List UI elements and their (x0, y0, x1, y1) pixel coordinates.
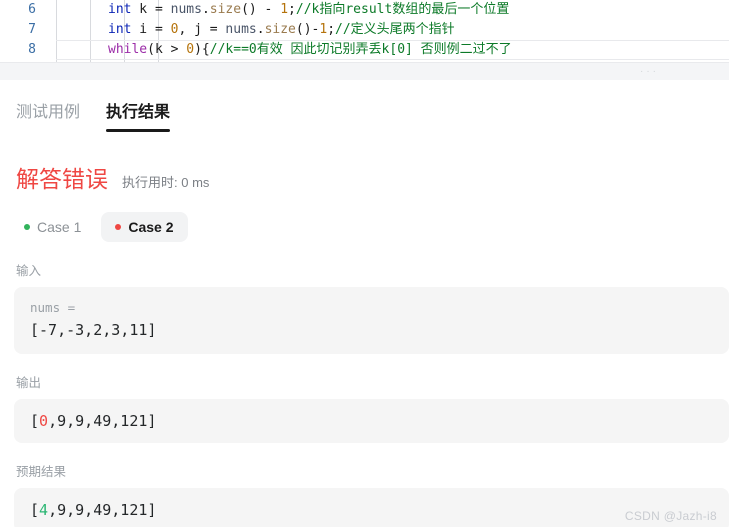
runtime-text: 执行用时: 0 ms (122, 175, 210, 190)
expected-label: 预期结果 (16, 465, 67, 479)
line-number: 8 (28, 42, 36, 57)
expected-value-box[interactable]: [4,9,9,49,121] (14, 488, 729, 527)
case-chip-2[interactable]: Case 2 (101, 212, 188, 242)
status-title: 解答错误 (16, 166, 108, 192)
line-number: 6 (28, 2, 36, 17)
case-status-dot-icon (24, 224, 30, 230)
panel-resize-handle[interactable]: ··· (0, 62, 729, 80)
input-value: [-7,-3,2,3,11] (30, 321, 157, 339)
panel-tabs: 测试用例 执行结果 (0, 80, 729, 132)
expected-value: [4,9,9,49,121] (30, 501, 713, 519)
code-line-content: int i = 0, j = nums.size()-1;//定义头尾两个指针 (108, 22, 455, 37)
output-value: [0,9,9,49,121] (30, 412, 713, 430)
expected-prefix: [ (30, 501, 40, 519)
case-chip-label: Case 1 (37, 219, 82, 235)
code-line-content: int k = nums.size() - 1;//k指向result数组的最后… (108, 2, 510, 17)
case-selector: Case 1 Case 2 (0, 194, 729, 242)
tab-results[interactable]: 执行结果 (106, 98, 171, 132)
code-line-content: while(k > 0){//k==0有效 因此切记别弄丢k[0] 否则例二过不… (108, 42, 512, 57)
input-var-label: nums = (30, 300, 76, 315)
status-row: 解答错误 执行用时: 0 ms (0, 132, 729, 194)
expected-section: 预期结果 [4,9,9,49,121] (0, 443, 729, 527)
output-section: 输出 [0,9,9,49,121] (0, 354, 729, 443)
output-value-box[interactable]: [0,9,9,49,121] (14, 399, 729, 443)
watermark: CSDN @Jazh-i8 (624, 509, 717, 523)
code-line[interactable]: 6 int k = nums.size() - 1;//k指向result数组的… (0, 0, 729, 20)
case-chip-label: Case 2 (128, 219, 174, 235)
case-chip-1[interactable]: Case 1 (10, 212, 95, 242)
line-number: 7 (28, 22, 36, 37)
output-diff-token: 0 (39, 412, 49, 430)
code-line[interactable]: 7 int i = 0, j = nums.size()-1;//定义头尾两个指… (0, 20, 729, 40)
output-prefix: [ (30, 412, 40, 430)
case-status-dot-icon (115, 224, 122, 230)
result-panel: 测试用例 执行结果 解答错误 执行用时: 0 ms Case 1 Case 2 … (0, 80, 729, 527)
tab-testcases[interactable]: 测试用例 (16, 98, 80, 132)
input-value-box[interactable]: nums = [-7,-3,2,3,11] (14, 287, 729, 354)
drag-dots-icon: ··· (640, 65, 659, 77)
output-rest: ,9,9,49,121] (48, 412, 157, 430)
code-editor[interactable]: 6 int k = nums.size() - 1;//k指向result数组的… (0, 0, 729, 62)
output-label: 输出 (16, 376, 42, 390)
expected-diff-token: 4 (39, 501, 49, 519)
code-line[interactable]: 8 while(k > 0){//k==0有效 因此切记别弄丢k[0] 否则例二… (0, 40, 729, 60)
input-section: 输入 nums = [-7,-3,2,3,11] (0, 242, 729, 354)
input-label: 输入 (16, 264, 42, 278)
expected-rest: ,9,9,49,121] (48, 501, 157, 519)
